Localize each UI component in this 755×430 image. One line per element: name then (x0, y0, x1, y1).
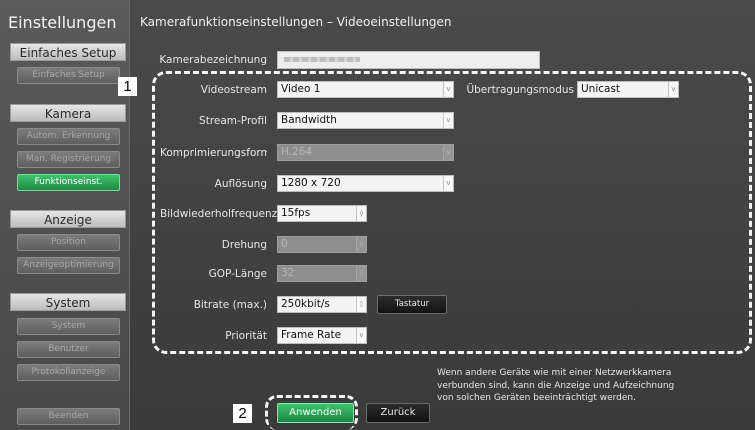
chevron-down-icon: v (668, 82, 678, 97)
spinner-arrows-icon[interactable]: ◊ (356, 297, 366, 312)
bitrate-spinner[interactable]: 250kbit/s ◊ (277, 296, 367, 313)
priority-label: Priorität (225, 330, 267, 342)
info-line-2: verbunden sind, kann die Anzeige und Auf… (437, 380, 675, 391)
priority-select[interactable]: Frame Rate v (277, 327, 367, 344)
gop-spinner[interactable]: 32 ◊ (277, 265, 367, 282)
transmission-select[interactable]: Unicast v (577, 81, 679, 98)
sidebar-item-funktionseinst[interactable]: Funktionseinst. (17, 174, 120, 191)
info-text: Wenn andere Geräte wie mit einer Netzwer… (437, 367, 737, 405)
page-title: Kamerafunktionseinstellungen – Videoeins… (140, 15, 452, 29)
transmission-value: Unicast (581, 83, 621, 95)
bitrate-value: 250kbit/s (281, 298, 330, 310)
apply-button[interactable]: Anwenden (277, 403, 354, 423)
info-line-3: von solchen Geräten beeinträchtigt werde… (437, 393, 636, 403)
marker-1: 1 (118, 77, 137, 96)
stream-profile-value: Bandwidth (281, 114, 337, 126)
section-header-kamera: Kamera (10, 104, 126, 122)
sidebar-item-position[interactable]: Position (17, 234, 120, 251)
rotation-spinner[interactable]: 0 ◊ (277, 236, 367, 253)
gop-value: 32 (281, 267, 295, 279)
transmission-label: Übertragungsmodus (466, 84, 574, 96)
sidebar: Einstellungen Einfaches Setup Einfaches … (0, 0, 130, 430)
spinner-arrows-icon[interactable]: ◊ (356, 206, 366, 221)
section-header-anzeige: Anzeige (10, 210, 126, 228)
videostream-label: Videostream (200, 84, 267, 96)
camera-name-label: Kamerabezeichnung (159, 54, 267, 66)
sidebar-item-man-registrierung[interactable]: Man. Registrierung (17, 151, 120, 168)
spinner-arrows-icon: ◊ (356, 266, 366, 281)
chevron-down-icon: v (443, 145, 453, 160)
section-header-system: System (10, 293, 126, 311)
videostream-select[interactable]: Video 1 v (277, 81, 454, 98)
framerate-label: Bildwiederholfrequenz (160, 208, 278, 220)
stream-profile-label: Stream-Profil (199, 115, 267, 127)
sidebar-title: Einstellungen (8, 13, 117, 32)
compression-value: H.264 (281, 146, 313, 158)
exit-button[interactable]: Beenden (17, 408, 120, 425)
sidebar-item-autom-erkennung[interactable]: Autom. Erkennung (17, 128, 120, 145)
chevron-down-icon: v (443, 82, 453, 97)
camera-name-field[interactable] (277, 51, 540, 69)
resolution-label: Auflösung (214, 178, 267, 190)
sidebar-item-anzeigeoptimierung[interactable]: Anzeigeoptimierung (17, 257, 120, 274)
framerate-spinner[interactable]: 15fps ◊ (277, 205, 367, 222)
rotation-value: 0 (281, 238, 288, 250)
stream-profile-select[interactable]: Bandwidth v (277, 112, 454, 129)
priority-value: Frame Rate (281, 329, 342, 341)
chevron-down-icon: v (443, 113, 453, 128)
camera-name-redacted (284, 57, 360, 62)
gop-label: GOP-Länge (208, 268, 267, 280)
back-button[interactable]: Zurück (366, 403, 430, 423)
marker-2: 2 (233, 404, 252, 423)
chevron-down-icon: v (356, 328, 366, 343)
spinner-arrows-icon: ◊ (356, 237, 366, 252)
sidebar-item-einfaches-setup[interactable]: Einfaches Setup (17, 67, 120, 84)
bitrate-label: Bitrate (max.) (193, 299, 267, 311)
info-line-1: Wenn andere Geräte wie mit einer Netzwer… (437, 368, 672, 378)
framerate-value: 15fps (281, 207, 311, 219)
resolution-select[interactable]: 1280 x 720 v (277, 175, 454, 192)
keyboard-button[interactable]: Tastatur (377, 295, 447, 314)
compression-select[interactable]: H.264 v (277, 144, 454, 161)
resolution-value: 1280 x 720 (281, 177, 341, 189)
section-header-einfaches-setup: Einfaches Setup (10, 43, 126, 61)
chevron-down-icon: v (443, 176, 453, 191)
compression-label: Komprimierungsformat (160, 147, 267, 159)
sidebar-item-benutzer[interactable]: Benutzer (17, 341, 120, 358)
rotation-label: Drehung (221, 239, 267, 251)
videostream-value: Video 1 (281, 83, 321, 95)
sidebar-item-protokollanzeige[interactable]: Protokollanzeige (17, 364, 120, 381)
sidebar-item-system[interactable]: System (17, 318, 120, 335)
